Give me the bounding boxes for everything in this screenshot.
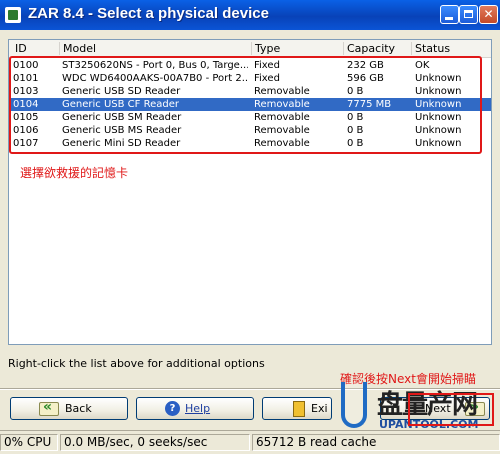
- u-disk-logo-icon: [341, 382, 367, 428]
- minimize-button[interactable]: [440, 5, 459, 24]
- window-title: ZAR 8.4 - Select a physical device: [28, 5, 269, 22]
- column-divider[interactable]: [59, 42, 60, 55]
- help-button[interactable]: ? Help: [136, 397, 254, 420]
- exit-button[interactable]: Exi: [262, 397, 332, 420]
- status-io: 0.0 MB/sec, 0 seeks/sec: [60, 434, 250, 451]
- minimize-icon: [441, 6, 458, 23]
- back-arrow-icon: [39, 399, 59, 416]
- exit-door-icon: [293, 401, 305, 417]
- maximize-icon: [460, 6, 477, 23]
- back-button[interactable]: Back: [10, 397, 128, 420]
- column-header-status[interactable]: Status: [415, 42, 450, 55]
- next-highlight-box: [408, 393, 494, 426]
- status-bar: 0% CPU 0.0 MB/sec, 0 seeks/sec 65712 B r…: [0, 430, 500, 454]
- close-icon: ✕: [483, 7, 494, 21]
- column-header-model[interactable]: Model: [63, 42, 96, 55]
- help-icon: ?: [165, 401, 180, 416]
- status-cpu: 0% CPU: [0, 434, 58, 451]
- column-divider[interactable]: [251, 42, 252, 55]
- maximize-button[interactable]: [459, 5, 478, 24]
- column-header-capacity[interactable]: Capacity: [347, 42, 395, 55]
- context-menu-hint: Right-click the list above for additiona…: [8, 357, 265, 370]
- exit-button-label: Exi: [311, 402, 328, 415]
- column-divider[interactable]: [343, 42, 344, 55]
- column-header-type[interactable]: Type: [255, 42, 280, 55]
- device-highlight-box: [9, 56, 482, 154]
- title-bar: ZAR 8.4 - Select a physical device ✕: [0, 0, 500, 30]
- select-card-annotation: 選擇欲救援的記憶卡: [20, 166, 129, 180]
- app-icon: [5, 7, 21, 23]
- column-header-id[interactable]: ID: [15, 42, 27, 55]
- close-button[interactable]: ✕: [479, 5, 498, 24]
- back-button-label: Back: [65, 402, 92, 415]
- help-button-label: Help: [185, 402, 211, 415]
- column-divider[interactable]: [411, 42, 412, 55]
- status-cache: 65712 B read cache: [252, 434, 500, 451]
